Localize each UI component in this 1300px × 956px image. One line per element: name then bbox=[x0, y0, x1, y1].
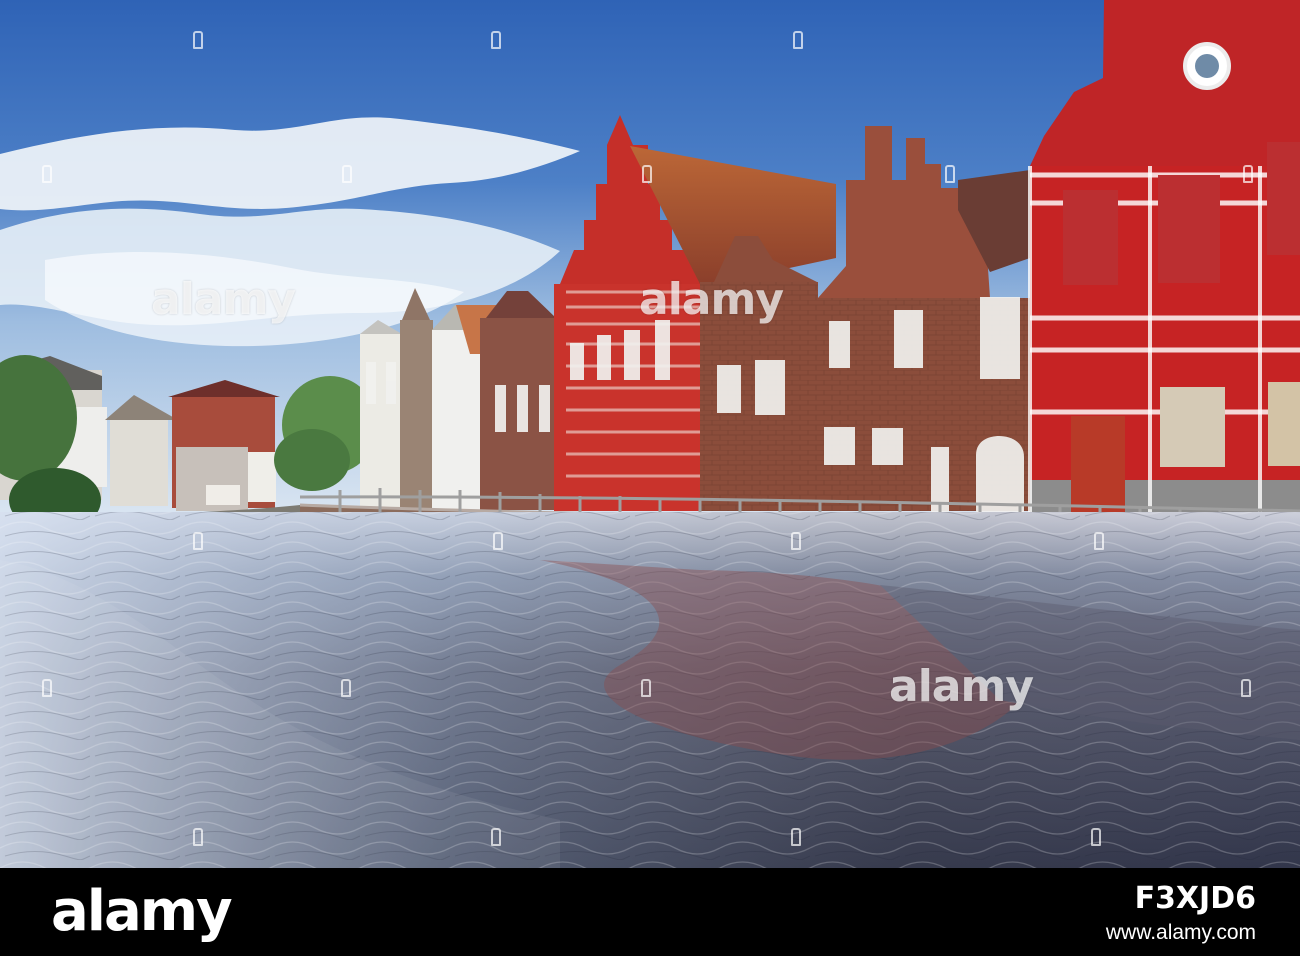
image-id: F3XJD6 bbox=[1134, 881, 1256, 916]
canal-scene bbox=[0, 0, 1300, 868]
stock-footer-bar: alamy F3XJD6 www.alamy.com bbox=[0, 868, 1300, 956]
site-url: www.alamy.com bbox=[1105, 921, 1256, 944]
alamy-logo-text: alamy bbox=[51, 879, 233, 944]
image-meta: F3XJD6 www.alamy.com bbox=[1106, 882, 1256, 945]
stock-photo-frame: alamy alamy alamy alamy F3XJD6 www.alamy… bbox=[0, 0, 1300, 956]
canal-photo: alamy alamy alamy bbox=[0, 0, 1300, 868]
